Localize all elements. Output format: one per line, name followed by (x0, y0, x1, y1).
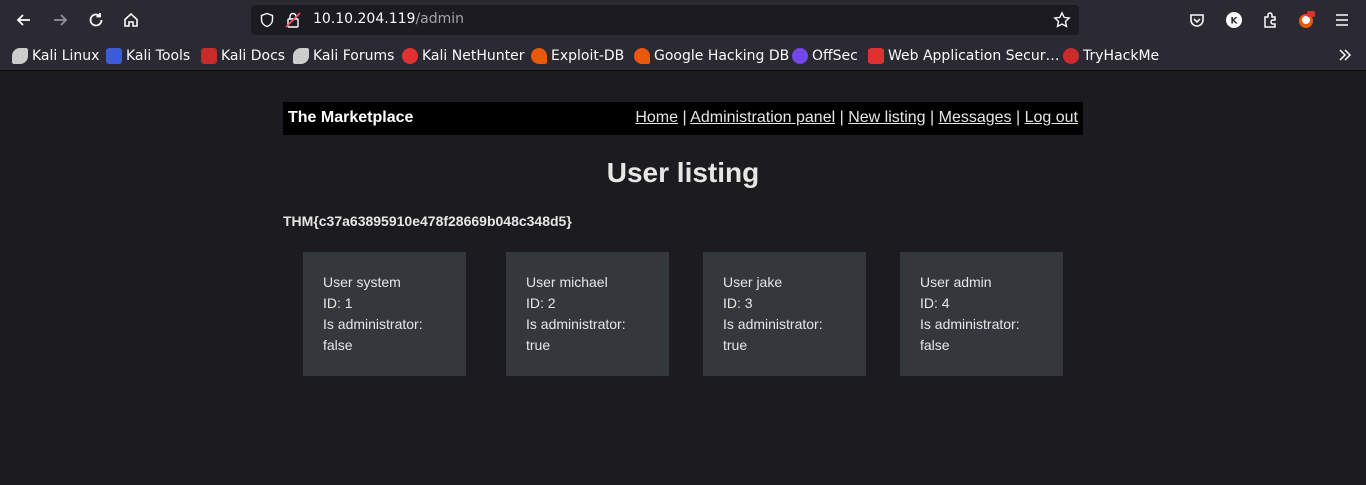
nav-new-listing-link[interactable]: New listing (848, 109, 925, 126)
account-button[interactable]: K (1222, 8, 1246, 32)
nav-admin-link[interactable]: Administration panel (690, 109, 835, 126)
bookmark-label: Web Application Secur… (888, 48, 1060, 64)
user-admin-value: false (323, 337, 353, 353)
svg-text:K: K (1231, 17, 1239, 27)
user-admin-value: true (526, 337, 551, 353)
bookmark-label: Kali Forums (313, 48, 395, 64)
nethunter-icon (402, 48, 418, 64)
tryhackme-icon (1063, 48, 1079, 64)
offsec-icon (792, 48, 808, 64)
url-path: /admin (415, 11, 465, 27)
account-avatar-icon: K (1226, 12, 1242, 28)
bookmark-label: Kali Tools (126, 48, 191, 64)
bookmark-offsec[interactable]: OffSec (792, 46, 858, 66)
user-card: User michael ID: 2 Is administrator: tru… (506, 252, 669, 376)
home-button[interactable] (119, 8, 143, 32)
bookmark-label: TryHackMe (1083, 48, 1160, 64)
user-admin-label: Is administrator: (723, 316, 823, 332)
reload-button[interactable] (84, 8, 108, 32)
nav-separator: | (682, 109, 687, 126)
bookmark-star-icon[interactable] (1053, 11, 1071, 29)
nav-separator: | (930, 109, 935, 126)
bookmark-kali-forums[interactable]: Kali Forums (293, 46, 394, 66)
web-sec-icon (868, 48, 884, 64)
url-host: 10.10.204.119 (313, 11, 416, 27)
bookmark-label: OffSec (812, 48, 858, 64)
user-card: User system ID: 1 Is administrator: fals… (303, 252, 466, 376)
lock-insecure-icon (285, 12, 301, 28)
shield-icon (260, 12, 274, 28)
bookmark-label: Kali Docs (221, 48, 286, 64)
nav-separator: | (839, 109, 844, 126)
user-id: ID: 3 (723, 295, 753, 311)
nav-logout-link[interactable]: Log out (1025, 109, 1078, 126)
puzzle-icon (1264, 12, 1276, 28)
browser-toolbar: 10.10.204.119/admin K (0, 0, 1366, 40)
bookmark-kali-linux[interactable]: Kali Linux (12, 46, 99, 66)
chevron-double-right-icon (1339, 49, 1352, 61)
user-card: User jake ID: 3 Is administrator: true (703, 252, 866, 376)
user-admin-label: Is administrator: (920, 316, 1020, 332)
hamburger-menu-icon (1336, 14, 1348, 26)
pocket-button[interactable] (1185, 8, 1209, 32)
nav-links: Home | Administration panel | New listin… (635, 109, 1078, 127)
kali-docs-icon (201, 48, 217, 64)
reload-icon (89, 13, 103, 27)
bookmark-kali-tools[interactable]: Kali Tools (106, 46, 190, 66)
url-bar[interactable]: 10.10.204.119/admin (251, 5, 1079, 35)
user-admin-label: Is administrator: (323, 316, 423, 332)
flag-text: THM{c37a63895910e478f28669b048c348d5} (283, 213, 572, 229)
user-id: ID: 2 (526, 295, 556, 311)
user-name: User admin (920, 274, 992, 290)
user-name: User michael (526, 274, 608, 290)
bookmarks-toolbar: Kali Linux Kali Tools Kali Docs Kali For… (0, 40, 1366, 71)
bookmark-kali-nethunter[interactable]: Kali NetHunter (402, 46, 524, 66)
user-admin-label: Is administrator: (526, 316, 626, 332)
bookmark-tryhackme[interactable]: TryHackMe (1063, 46, 1159, 66)
user-admin-value: true (723, 337, 748, 353)
kali-forums-icon (293, 48, 309, 64)
user-admin-value: false (920, 337, 950, 353)
ghdb-icon (634, 48, 650, 64)
bookmark-label: Kali NetHunter (422, 48, 525, 64)
user-id: ID: 1 (323, 295, 353, 311)
extension-addon-button[interactable] (1294, 8, 1318, 32)
exploit-db-icon (531, 48, 547, 64)
bookmark-label: Kali Linux (32, 48, 100, 64)
forward-button[interactable] (48, 8, 72, 32)
extensions-button[interactable] (1258, 8, 1282, 32)
user-id: ID: 4 (920, 295, 950, 311)
menu-button[interactable] (1330, 8, 1354, 32)
nav-home-link[interactable]: Home (635, 109, 678, 126)
site-brand: The Marketplace (288, 109, 414, 126)
bookmark-kali-docs[interactable]: Kali Docs (201, 46, 285, 66)
url-text: 10.10.204.119/admin (313, 11, 464, 27)
bookmark-label: Exploit-DB (551, 48, 625, 64)
bookmark-exploit-db[interactable]: Exploit-DB (531, 46, 624, 66)
arrow-left-icon (16, 14, 30, 26)
page-title: User listing (606, 157, 760, 188)
nav-separator: | (1016, 109, 1021, 126)
back-button[interactable] (12, 8, 36, 32)
site-navbar: The Marketplace Home | Administration pa… (283, 102, 1083, 135)
nav-messages-link[interactable]: Messages (939, 109, 1012, 126)
arrow-right-icon (54, 14, 68, 26)
user-card: User admin ID: 4 Is administrator: false (900, 252, 1063, 376)
home-icon (124, 12, 138, 27)
kali-tools-icon (106, 48, 122, 64)
user-name: User system (323, 274, 401, 290)
bookmark-web-application-security[interactable]: Web Application Secur… (868, 46, 1059, 66)
addon-icon (1299, 11, 1315, 28)
pocket-icon (1190, 14, 1204, 27)
bookmark-google-hacking-db[interactable]: Google Hacking DB (634, 46, 789, 66)
bookmarks-overflow-button[interactable] (1333, 43, 1357, 67)
kali-dragon-icon (12, 48, 28, 64)
bookmark-label: Google Hacking DB (654, 48, 790, 64)
user-name: User jake (723, 274, 783, 290)
page-content: The Marketplace Home | Administration pa… (0, 71, 1366, 485)
